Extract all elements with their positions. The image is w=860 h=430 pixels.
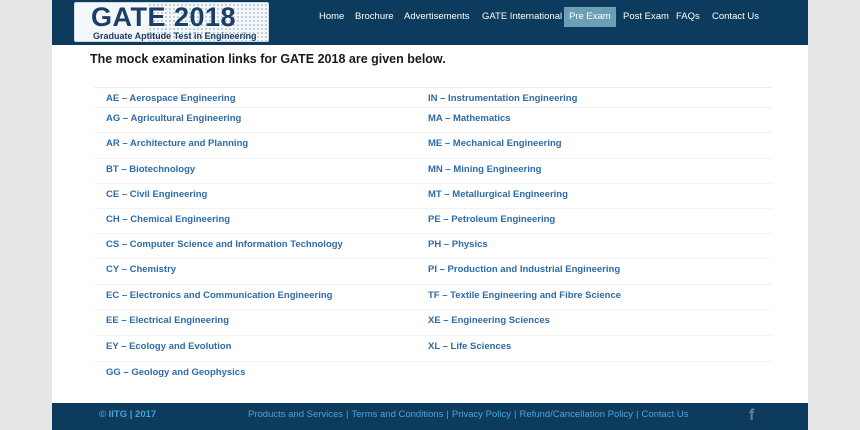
footer-link-privacy-policy[interactable]: Privacy Policy xyxy=(452,409,511,420)
footer-links: Products and Services | Terms and Conditio… xyxy=(248,409,688,420)
row-divider xyxy=(94,183,772,184)
row-divider xyxy=(94,258,772,259)
exam-link-pi[interactable]: PI – Production and Industrial Engineeri… xyxy=(416,259,772,284)
nav-advertisements[interactable]: Advertisements xyxy=(404,7,469,27)
exam-link-xl[interactable]: XL – Life Sciences xyxy=(416,336,772,361)
facebook-icon[interactable]: f xyxy=(749,405,763,427)
exam-link-ar[interactable]: AR – Architecture and Planning xyxy=(94,133,416,158)
row-divider xyxy=(94,158,772,159)
exam-link-tf[interactable]: TF – Textile Engineering and Fibre Scien… xyxy=(416,285,772,310)
row-divider xyxy=(94,132,772,133)
nav-home[interactable]: Home xyxy=(319,7,344,27)
footer-separator: | xyxy=(514,409,517,420)
nav-gate-international[interactable]: GATE International xyxy=(482,7,562,27)
exam-link-bt[interactable]: BT – Biotechnology xyxy=(94,159,416,184)
footer-separator: | xyxy=(346,409,349,420)
exam-link-cy[interactable]: CY – Chemistry xyxy=(94,259,416,284)
page-heading: The mock examination links for GATE 2018… xyxy=(90,52,446,66)
exam-link-cs[interactable]: CS – Computer Science and Information Te… xyxy=(94,234,416,259)
footer-copyright: © IITG | 2017 xyxy=(99,409,157,420)
exam-link-ch[interactable]: CH – Chemical Engineering xyxy=(94,209,416,234)
footer-link-contact-us[interactable]: Contact Us xyxy=(641,409,688,420)
exam-link-mn[interactable]: MN – Mining Engineering xyxy=(416,159,772,184)
exam-link-ma[interactable]: MA – Mathematics xyxy=(416,108,772,133)
footer-link-refund-cancellation-policy[interactable]: Refund/Cancellation Policy xyxy=(519,409,633,420)
exam-link-ee[interactable]: EE – Electrical Engineering xyxy=(94,310,416,335)
row-divider xyxy=(94,361,772,362)
nav-contact-us[interactable]: Contact Us xyxy=(712,7,759,27)
nav-brochure[interactable]: Brochure xyxy=(355,7,394,27)
exam-link-ag[interactable]: AG – Agricultural Engineering xyxy=(94,108,416,133)
row-divider xyxy=(94,107,772,108)
exam-link-xe[interactable]: XE – Engineering Sciences xyxy=(416,310,772,335)
row-divider xyxy=(94,233,772,234)
site-footer: © IITG | 2017 Products and Services | Term… xyxy=(52,403,808,430)
exam-link-me[interactable]: ME – Mechanical Engineering xyxy=(416,133,772,158)
nav-faqs[interactable]: FAQs xyxy=(676,7,700,27)
exam-link-pe[interactable]: PE – Petroleum Engineering xyxy=(416,209,772,234)
exam-link-gg[interactable]: GG – Geology and Geophysics xyxy=(94,362,416,387)
exam-link-ce[interactable]: CE – Civil Engineering xyxy=(94,184,416,209)
row-divider xyxy=(94,335,772,336)
mock-exam-links-table: AE – Aerospace Engineering AG – Agricultu… xyxy=(94,87,772,387)
exam-link-ec[interactable]: EC – Electronics and Communication Engin… xyxy=(94,285,416,310)
footer-separator: | xyxy=(446,409,449,420)
footer-separator: | xyxy=(636,409,639,420)
row-divider xyxy=(94,309,772,310)
exam-link-mt[interactable]: MT – Metallurgical Engineering xyxy=(416,184,772,209)
nav-pre-exam[interactable]: Pre Exam xyxy=(564,7,616,27)
row-divider xyxy=(94,208,772,209)
exam-link-ph[interactable]: PH – Physics xyxy=(416,234,772,259)
footer-link-products-and-services[interactable]: Products and Services xyxy=(248,409,343,420)
exam-link-ey[interactable]: EY – Ecology and Evolution xyxy=(94,336,416,361)
nav-post-exam[interactable]: Post Exam xyxy=(623,7,669,27)
row-divider xyxy=(94,284,772,285)
main-navigation: Home Brochure Advertisements GATE Intern… xyxy=(52,0,808,45)
site-header: GATE 2018 Graduate Aptitude Test in Engi… xyxy=(52,0,808,45)
footer-link-terms-and-conditions[interactable]: Terms and Conditions xyxy=(352,409,444,420)
page-container: GATE 2018 Graduate Aptitude Test in Engi… xyxy=(52,0,808,430)
